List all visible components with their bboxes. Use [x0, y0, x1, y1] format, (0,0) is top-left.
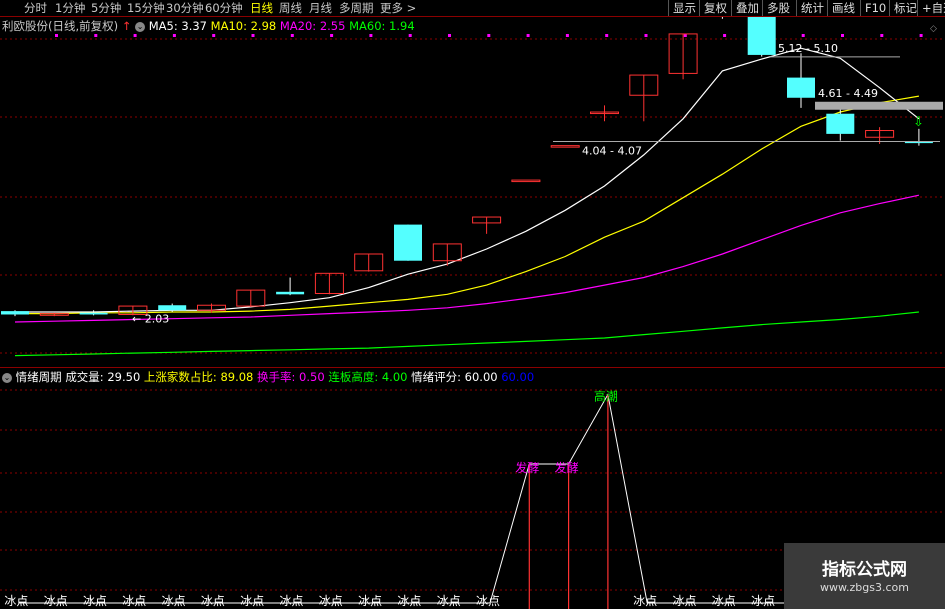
emotion-state-label: 冰点 [437, 594, 461, 608]
emotion-state-label: 冰点 [201, 594, 225, 608]
range-label: 4.61 - 4.49 [818, 87, 878, 100]
top-marker-dot [55, 34, 58, 37]
toolbar-button[interactable]: 画线 [827, 0, 859, 16]
kline-chart[interactable]: ◇← 5.915.12 - 5.104.61 - 4.494.04 - 4.07… [0, 17, 945, 367]
emotion-state-label: 冰点 [476, 594, 500, 608]
period-tab[interactable]: 15分钟 [127, 0, 165, 16]
top-marker-dot [723, 34, 727, 37]
toolbar-button[interactable]: F10 [860, 0, 890, 16]
emotion-state-label: 冰点 [673, 594, 697, 608]
emotion-state-label: 冰点 [280, 594, 304, 608]
toolbar-button[interactable]: 复权 [699, 0, 731, 16]
emotion-state-label: 冰点 [122, 594, 146, 608]
emotion-state-label: 冰点 [358, 594, 382, 608]
top-marker-dot [133, 34, 137, 37]
range-label: 5.12 - 5.10 [778, 42, 838, 55]
candle-body [511, 179, 541, 183]
top-marker-dot [251, 34, 255, 37]
period-tab[interactable]: 分时 [24, 0, 47, 16]
period-tab[interactable]: 60分钟 [205, 0, 243, 16]
kline-panel[interactable]: 利欧股份(日线,前复权) ↑ ⌄ MA5: 3.37 MA10: 2.98 MA… [0, 17, 945, 367]
top-marker-dot [801, 34, 805, 37]
top-marker-dot [841, 34, 844, 37]
ma20-line [14, 194, 920, 323]
period-tab[interactable]: 多周期 [339, 0, 374, 16]
top-marker-dot [565, 34, 569, 37]
top-marker-dot [290, 34, 294, 37]
period-toolbar: 分时 1分钟 5分钟 15分钟 30分钟 60分钟 日线 周线 月线 多周期 更多 > 显示 复权 叠加多… [0, 0, 945, 16]
top-marker-dot [880, 34, 884, 37]
range-band [815, 101, 943, 110]
period-tab[interactable]: 1分钟 [55, 0, 85, 16]
ma10-line [15, 95, 920, 315]
top-marker-dot [212, 34, 216, 37]
candle-body [1, 311, 29, 315]
period-tab[interactable]: 5分钟 [91, 0, 121, 16]
top-marker-dot [448, 34, 451, 37]
ma5-line [15, 47, 920, 313]
candle-body [747, 17, 776, 55]
emotion-state-label: 冰点 [712, 594, 736, 608]
emotion-state-label: 冰点 [397, 594, 421, 608]
range-label: 4.04 - 4.07 [582, 144, 642, 157]
top-marker-dot [408, 34, 412, 37]
watermark-title: 指标公式网 [822, 560, 907, 580]
top-marker-dot [487, 34, 491, 37]
toolbar-button[interactable]: +自选 [917, 0, 945, 16]
corner-diamond-icon: ◇ [930, 24, 937, 34]
toolbar-button[interactable]: 叠加 [731, 0, 763, 16]
low-price-label: ← 2.03 [132, 312, 169, 325]
top-marker-dot [919, 34, 923, 37]
candle-body [550, 145, 580, 148]
top-marker-dot [94, 34, 98, 37]
candle-body [787, 77, 815, 98]
emotion-state-label: 冰点 [319, 594, 343, 608]
emotion-state-label: 冰点 [44, 594, 68, 608]
toolbar-button[interactable]: 统计 [796, 0, 828, 16]
toolbar-button[interactable]: 多股 [762, 0, 794, 16]
emotion-state-label: 高潮 [594, 389, 618, 404]
emotion-state-label: 冰点 [240, 594, 264, 608]
period-tab[interactable]: 更多 > [380, 0, 416, 16]
period-tab[interactable]: 周线 [279, 0, 302, 16]
emotion-state-label: 冰点 [633, 594, 657, 608]
candle-body [158, 305, 187, 311]
top-marker-dot [172, 34, 176, 37]
emotion-state-label: 冰点 [4, 594, 28, 608]
emotion-state-label: 发酵 [515, 460, 539, 475]
top-marker-dot [526, 34, 530, 37]
period-tab[interactable]: 月线 [309, 0, 332, 16]
candle-body [79, 312, 108, 315]
candle-body [276, 291, 305, 295]
emotion-state-label: 冰点 [751, 594, 775, 608]
emotion-state-label: 冰点 [83, 594, 107, 608]
candle-body [826, 113, 855, 134]
top-marker-dot [330, 34, 334, 37]
top-marker-dot [683, 34, 687, 37]
site-watermark: 指标公式网 www.zbgs3.com [784, 543, 945, 609]
candle-body [394, 224, 422, 261]
top-marker-dot [644, 34, 648, 37]
emotion-state-label: 发酵 [555, 460, 579, 475]
top-marker-dot [369, 34, 373, 37]
watermark-url: www.zbgs3.com [820, 581, 909, 594]
emotion-state-label: 冰点 [162, 594, 186, 608]
signal-arrow-icon: ⇩ [913, 115, 924, 130]
toolbar-button[interactable]: 显示 [668, 0, 700, 16]
top-marker-dot [605, 34, 609, 37]
period-tab[interactable]: 日线 [250, 0, 273, 16]
period-tab[interactable]: 30分钟 [166, 0, 204, 16]
